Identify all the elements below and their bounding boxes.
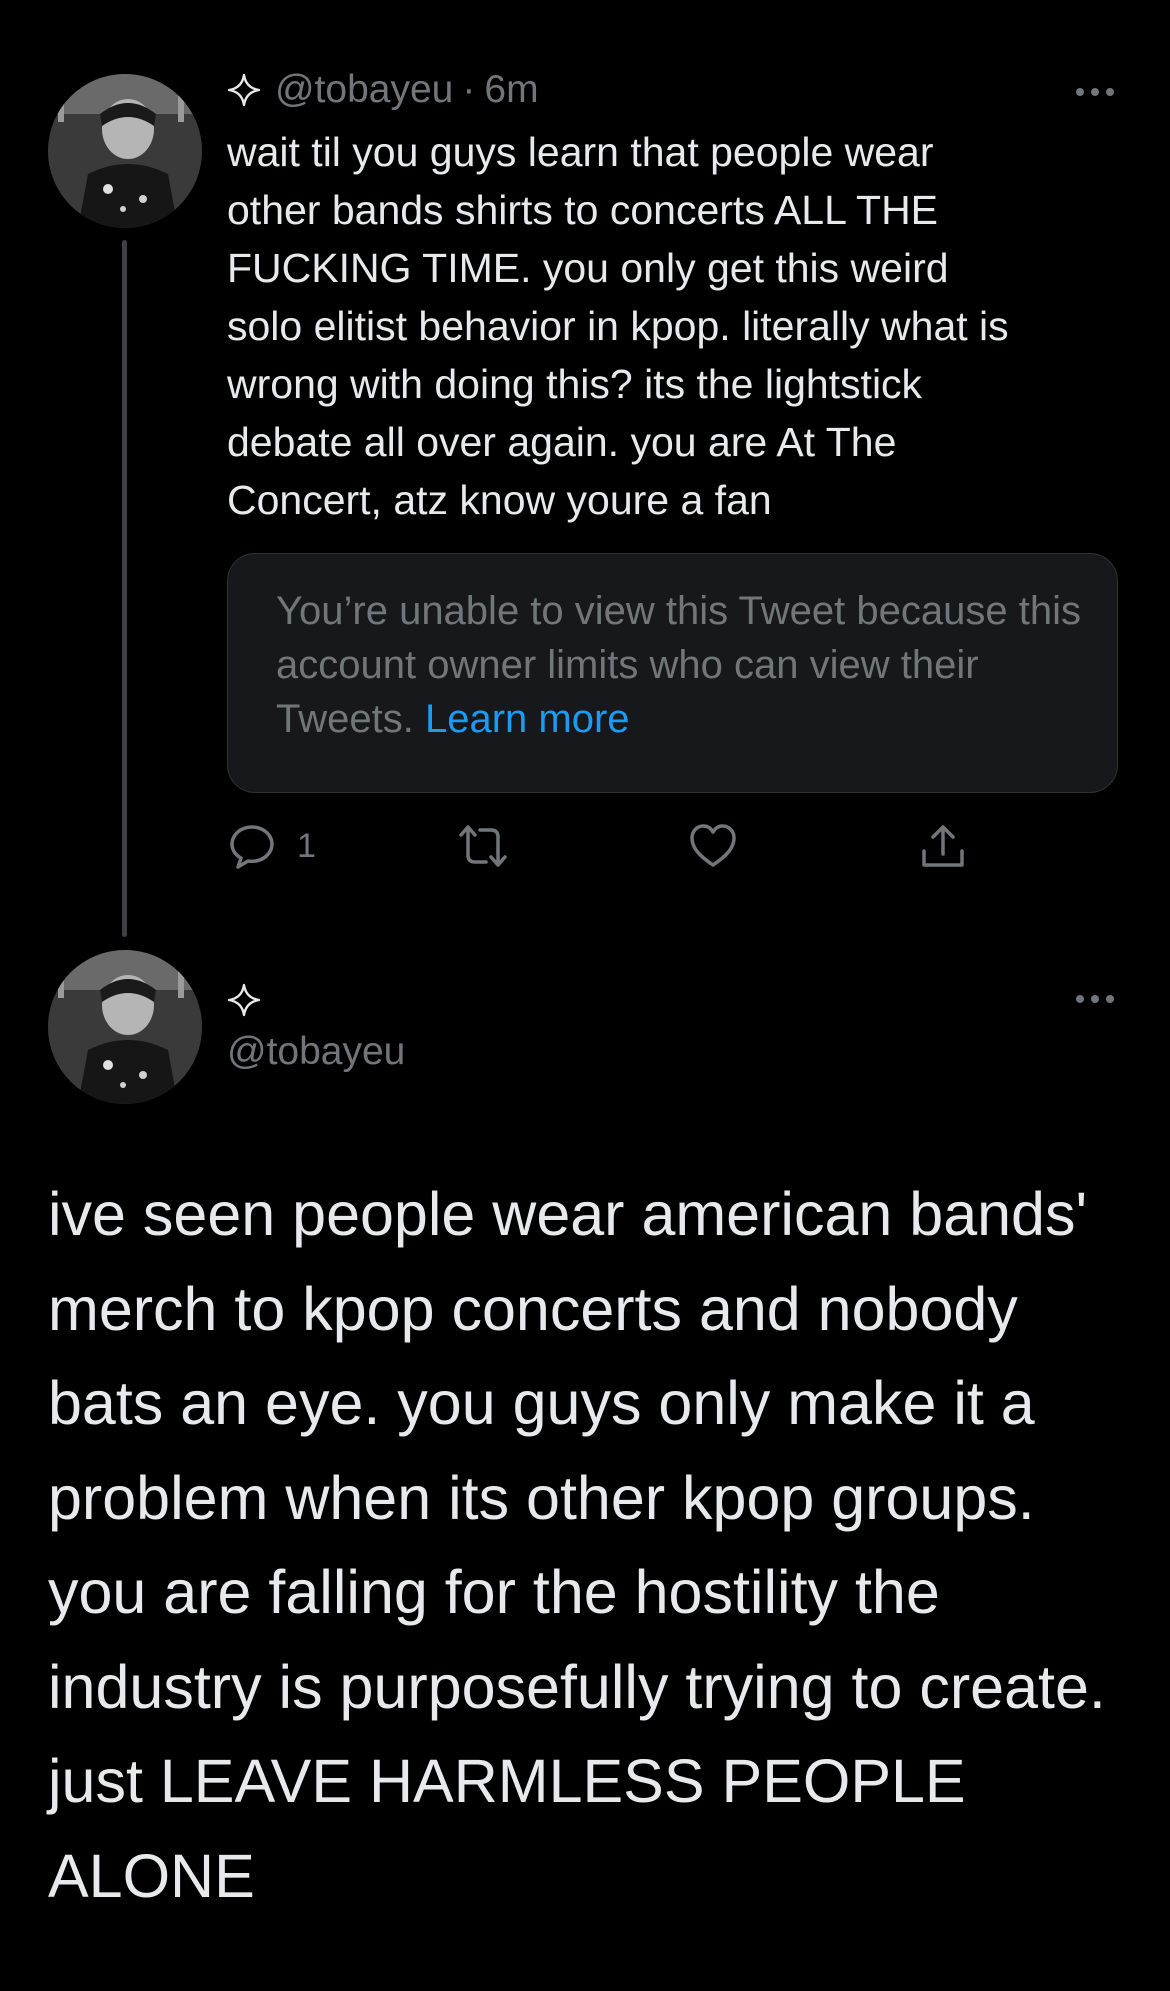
reply-icon bbox=[230, 825, 274, 869]
sparkle-icon bbox=[227, 983, 261, 1017]
more-dots-icon[interactable] bbox=[1073, 85, 1117, 99]
reply-count: 1 bbox=[297, 826, 316, 865]
separator: · bbox=[462, 68, 476, 111]
more-dots-icon[interactable] bbox=[1073, 992, 1117, 1006]
retweet-icon bbox=[459, 825, 507, 867]
sparkle-icon bbox=[227, 73, 261, 107]
quote-message: You’re unable to view this Tweet because… bbox=[276, 584, 1086, 746]
share-icon bbox=[922, 825, 964, 867]
tweet-header: @tobayeu · 6m bbox=[227, 68, 539, 112]
like-button[interactable] bbox=[688, 820, 738, 872]
thread-line bbox=[122, 240, 127, 937]
quote-tweet-unavailable[interactable]: You’re unable to view this Tweet because… bbox=[227, 553, 1118, 793]
avatar[interactable] bbox=[48, 74, 202, 228]
reply-button[interactable]: 1 bbox=[227, 820, 316, 872]
share-button[interactable] bbox=[918, 820, 968, 872]
tweet-handle[interactable]: @tobayeu bbox=[227, 1030, 405, 1074]
heart-icon bbox=[690, 824, 736, 867]
tweet-text: ive seen people wear american bands' mer… bbox=[48, 1180, 1106, 1910]
tweet-time[interactable]: 6m bbox=[484, 68, 538, 112]
learn-more-link[interactable]: Learn more bbox=[425, 697, 630, 741]
tweet-handle[interactable]: @tobayeu bbox=[275, 68, 453, 112]
avatar[interactable] bbox=[48, 950, 202, 1104]
retweet-button[interactable] bbox=[455, 820, 511, 872]
tweet-text: wait til you guys learn that people wear… bbox=[227, 129, 1009, 523]
quote-text: You’re unable to view this Tweet because… bbox=[276, 589, 1081, 741]
tweet-header: @tobayeu bbox=[227, 1030, 405, 1074]
